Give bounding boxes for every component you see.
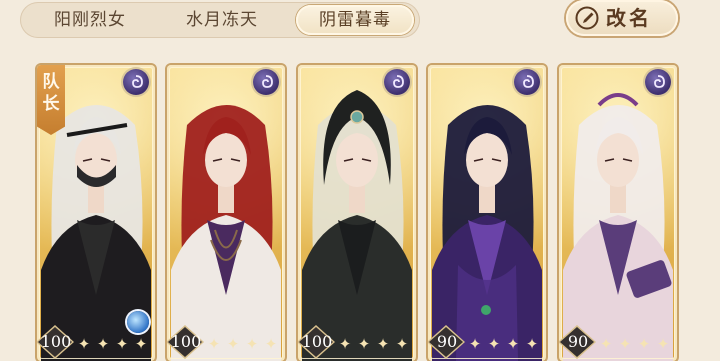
star-rating: ✦✦✦✦✦ [336, 335, 416, 355]
character-card[interactable]: 90✦✦✦✦✦ [428, 65, 546, 361]
rename-label: 改名 [606, 6, 652, 30]
star-rating: ✦✦✦✦✦ [597, 335, 677, 355]
star-icon: ✦ [468, 335, 482, 353]
star-icon: ✦ [618, 335, 632, 353]
star-icon: ✦ [506, 335, 520, 353]
team-tab-bar: 阳刚烈女 水月冻天 阴雷暮毒 [20, 2, 420, 38]
star-icon: ✦ [77, 335, 91, 353]
star-icon: ✦ [338, 335, 352, 353]
star-icon: ✦ [115, 335, 129, 353]
rename-button[interactable]: 改名 [566, 0, 678, 36]
captain-tag: 队长 [37, 65, 65, 135]
star-rating: ✦✦✦✦✦ [75, 335, 155, 355]
star-icon: ✦ [264, 335, 278, 353]
character-portrait [302, 90, 412, 361]
tab-team-2[interactable]: 水月冻天 [162, 2, 282, 38]
tab-team-3-selected[interactable]: 阴雷暮毒 [296, 5, 414, 35]
star-icon: ✦ [134, 335, 148, 353]
level-value: 90 [567, 332, 589, 351]
skill-orb-icon [127, 311, 149, 333]
star-icon: ✦ [487, 335, 501, 353]
level-value: 100 [170, 332, 202, 351]
star-icon: ✦ [357, 335, 371, 353]
element-swirl-icon [514, 69, 540, 95]
character-card[interactable]: 90✦✦✦✦✦ [559, 65, 677, 361]
character-card[interactable]: 100✦✦✦✦✦ [298, 65, 416, 361]
brush-icon [575, 6, 599, 30]
star-icon: ✦ [245, 335, 259, 353]
star-icon: ✦ [656, 335, 670, 353]
element-swirl-icon [253, 69, 279, 95]
character-card[interactable]: 队长100✦✦✦✦✦ [37, 65, 155, 361]
level-value: 100 [40, 332, 72, 351]
character-portrait [171, 105, 281, 361]
element-swirl-icon [645, 69, 671, 95]
star-icon: ✦ [281, 335, 285, 353]
star-icon: ✦ [542, 335, 546, 353]
tab-team-1[interactable]: 阳刚烈女 [30, 2, 150, 38]
star-icon: ✦ [673, 335, 677, 353]
element-swirl-icon [384, 69, 410, 95]
star-rating: ✦✦✦✦✦ [466, 335, 546, 355]
star-icon: ✦ [207, 335, 221, 353]
star-icon: ✦ [376, 335, 390, 353]
element-swirl-icon [123, 69, 149, 95]
star-icon: ✦ [96, 335, 110, 353]
character-card[interactable]: 100✦✦✦✦✦ [167, 65, 285, 361]
star-icon: ✦ [226, 335, 240, 353]
star-icon: ✦ [412, 335, 416, 353]
level-value: 100 [301, 332, 333, 351]
star-icon: ✦ [395, 335, 409, 353]
star-icon: ✦ [525, 335, 539, 353]
star-icon: ✦ [637, 335, 651, 353]
star-icon: ✦ [599, 335, 613, 353]
star-rating: ✦✦✦✦✦ [205, 335, 285, 355]
character-portrait [563, 93, 673, 361]
level-value: 90 [436, 332, 458, 351]
star-icon: ✦ [151, 335, 155, 353]
character-portrait [432, 105, 542, 361]
captain-label: 队长 [42, 72, 60, 114]
